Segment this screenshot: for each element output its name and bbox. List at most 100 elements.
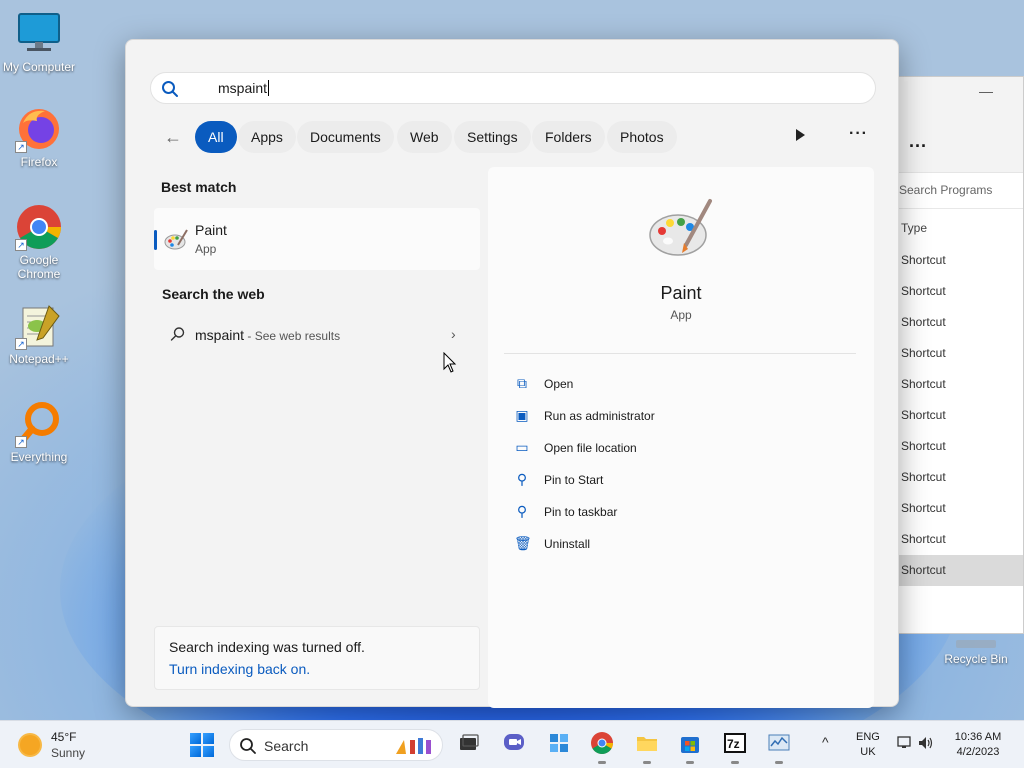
back-arrow-icon[interactable]: ← [164,127,182,148]
shield-window-icon: ▣ [515,407,529,423]
desktop-icon-label: Google Chrome [17,253,61,281]
table-row[interactable]: Shortcut [899,555,1023,586]
filter-bar: ← All Apps Documents Web Settings Folder… [156,121,876,153]
table-row[interactable]: Shortcut [899,400,1023,431]
magnifier-icon: ↗ [15,400,63,448]
volume-icon[interactable] [917,737,935,753]
divider [504,353,856,354]
table-row[interactable]: Shortcut [899,369,1023,400]
indexing-message: Search indexing was turned off. [169,639,365,655]
desktop-icon-everything[interactable]: ↗ Everything [2,400,76,464]
action-label: Pin to Start [544,473,604,487]
recycle-bin-icon [956,640,996,648]
action-label: Uninstall [544,537,591,551]
selection-indicator [154,230,157,250]
paint-icon [164,228,188,252]
more-options-icon[interactable]: ··· [849,125,868,143]
desktop-icon-notepadpp[interactable]: ↗ Notepad++ [2,302,76,366]
filter-settings[interactable]: Settings [454,121,531,153]
best-match-type: App [195,242,217,256]
action-open[interactable]: ⧉ Open [514,369,814,401]
background-program-window: — ... Search Programs Type Shortcut Short… [898,76,1024,634]
system-clock[interactable]: 10:36 AM 4/2/2023 [946,730,1010,760]
column-header-type[interactable]: Type [899,209,1023,245]
turn-indexing-on-link[interactable]: Turn indexing back on. [169,661,465,677]
search-icon [239,737,257,758]
action-open-file-location[interactable]: ▭ Open file location [514,433,814,465]
taskbar-search[interactable]: Search [229,729,443,761]
detail-app-name: Paint [660,283,702,303]
action-pin-to-taskbar[interactable]: ⚲ Pin to taskbar [514,497,814,529]
chrome-icon[interactable] [590,731,614,764]
search-query-text: mspaint [218,80,270,96]
widgets-icon[interactable] [547,731,571,755]
task-view-icon[interactable] [457,731,481,755]
resource-monitor-icon[interactable] [767,731,791,764]
pin-icon: ⚲ [516,503,528,519]
search-input[interactable]: mspaint [150,72,876,104]
best-match-result[interactable]: Paint App [154,208,480,270]
network-icon[interactable] [897,736,917,753]
pin-icon: ⚲ [516,471,528,487]
teams-chat-icon[interactable] [502,731,526,755]
more-options-button[interactable]: ... [909,131,927,151]
action-run-as-administrator[interactable]: ▣ Run as administrator [514,401,814,433]
table-row[interactable]: Shortcut [899,462,1023,493]
desktop-icon-firefox[interactable]: ↗ Firefox [2,105,76,169]
monitor-icon [15,10,63,58]
weather-temperature: 45°F [51,730,77,744]
microsoft-store-icon[interactable] [678,731,702,764]
action-label: Run as administrator [544,409,655,423]
start-button[interactable] [190,733,214,757]
detail-app-type: App [670,308,692,322]
file-explorer-icon[interactable] [635,731,659,764]
desktop-icon-my-computer[interactable]: My Computer [2,10,76,74]
7zip-icon[interactable]: 7z [723,731,747,764]
sun-icon [20,735,40,755]
trash-icon: 🗑 [514,535,532,551]
open-external-icon: ⧉ [517,375,527,391]
chrome-icon: ↗ [15,203,63,251]
desktop-icon-label: My Computer [2,60,76,74]
table-row[interactable]: Shortcut [899,493,1023,524]
filter-apps[interactable]: Apps [238,121,296,153]
web-search-result[interactable]: mspaint - See web results › [154,316,480,352]
action-list: ⧉ Open ▣ Run as administrator ▭ Open fil… [514,369,814,561]
action-pin-to-start[interactable]: ⚲ Pin to Start [514,465,814,497]
window-toolbar: ... [899,111,1023,173]
taskbar-search-label: Search [264,738,309,754]
desktop-icon-label: Everything [10,450,68,464]
action-uninstall[interactable]: 🗑 Uninstall [514,529,814,561]
search-icon [161,80,179,101]
search-programs-input[interactable]: Search Programs [899,173,1023,209]
action-label: Pin to taskbar [544,505,618,519]
language-indicator[interactable]: ENG UK [856,730,880,760]
action-label: Open file location [544,441,637,455]
minimize-button[interactable]: — [979,83,993,99]
table-row[interactable]: Shortcut [899,524,1023,555]
play-icon[interactable] [796,129,805,141]
language-code: ENG [856,731,880,743]
show-hidden-icons-chevron-icon[interactable]: ^ [822,734,829,750]
table-row[interactable]: Shortcut [899,431,1023,462]
filter-web[interactable]: Web [397,121,452,153]
filter-photos[interactable]: Photos [607,121,677,153]
keyboard-layout: UK [860,746,876,758]
search-highlight-illustration-icon [392,734,438,758]
table-row[interactable]: Shortcut [899,307,1023,338]
table-row[interactable]: Shortcut [899,338,1023,369]
desktop-icon-label: Firefox [20,155,58,169]
web-result-hint: - See web results [244,329,341,343]
search-icon [170,326,186,345]
web-result-term: mspaint [195,327,245,343]
table-row[interactable]: Shortcut [899,245,1023,276]
desktop-icon-chrome[interactable]: ↗ Google Chrome [2,203,76,281]
system-tray[interactable] [897,736,935,753]
filter-all[interactable]: All [195,121,237,153]
desktop-icon-recycle-bin[interactable]: Recycle Bin [940,640,1012,666]
search-web-heading: Search the web [162,286,265,302]
filter-folders[interactable]: Folders [532,121,605,153]
table-row[interactable]: Shortcut [899,276,1023,307]
filter-documents[interactable]: Documents [297,121,394,153]
window-titlebar: — [899,77,1023,111]
